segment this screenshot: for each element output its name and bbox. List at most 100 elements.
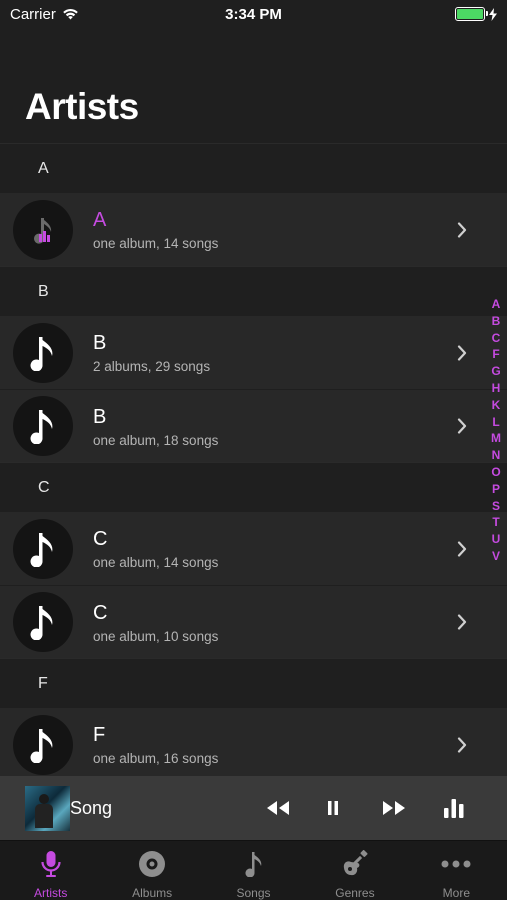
artist-detail: one album, 10 songs — [93, 628, 219, 644]
chevron-right-icon — [457, 418, 467, 434]
artist-detail: one album, 18 songs — [93, 432, 219, 448]
artist-row[interactable]: B 2 albums, 29 songs — [0, 316, 507, 389]
artist-name: C — [93, 528, 108, 550]
pause-button[interactable] — [318, 793, 348, 823]
artist-detail: one album, 16 songs — [93, 751, 219, 766]
row-text: B one album, 18 songs — [93, 405, 507, 448]
chevron-right-icon — [457, 540, 467, 557]
index-letter[interactable]: F — [492, 346, 499, 363]
avatar — [13, 199, 73, 260]
index-letter[interactable]: N — [492, 447, 501, 464]
index-letter[interactable]: G — [491, 363, 500, 380]
index-letter[interactable]: L — [492, 414, 499, 431]
album-disc-icon — [138, 850, 166, 878]
music-note-icon — [30, 606, 53, 640]
tab-bar: Artists Albums Songs Genres More — [0, 840, 507, 900]
chevron-right-icon — [457, 221, 467, 238]
chevron-right-icon — [457, 736, 467, 753]
artist-list[interactable]: A A one album, 14 songs B B 2 albums, 29… — [0, 143, 507, 781]
now-playing-title[interactable]: Song — [70, 798, 263, 819]
music-note-icon — [244, 850, 264, 878]
tab-artists[interactable]: Artists — [0, 841, 101, 900]
section-letter: A — [38, 159, 49, 177]
microphone-icon — [39, 850, 63, 878]
avatar — [13, 518, 73, 579]
wifi-icon — [63, 8, 78, 20]
artist-detail: one album, 14 songs — [93, 236, 219, 251]
music-note-icon — [30, 532, 53, 567]
tab-label: Genres — [335, 886, 375, 900]
artist-name: C — [93, 601, 108, 624]
index-letter[interactable]: O — [491, 464, 500, 481]
chevron-right-icon — [457, 344, 467, 361]
music-note-icon — [30, 728, 53, 763]
music-note-icon — [30, 410, 53, 444]
page-title: Artists — [25, 86, 139, 127]
index-letter[interactable]: K — [492, 397, 501, 414]
rewind-button[interactable] — [263, 793, 293, 823]
row-text: B 2 albums, 29 songs — [93, 331, 507, 374]
section-letter: C — [38, 478, 50, 496]
artist-name: A — [93, 209, 107, 231]
status-left: Carrier — [10, 6, 79, 23]
row-text: F one album, 16 songs — [93, 723, 507, 766]
avatar — [13, 592, 73, 652]
pause-icon — [328, 801, 338, 815]
index-letter[interactable]: H — [492, 380, 501, 397]
row-text: A one album, 14 songs — [93, 208, 507, 251]
index-letter[interactable]: V — [492, 548, 500, 565]
more-dots-icon — [441, 850, 471, 878]
carrier-label: Carrier — [10, 5, 56, 23]
index-letter[interactable]: S — [492, 498, 500, 515]
tab-label: Songs — [236, 886, 271, 900]
fast-forward-button[interactable] — [379, 793, 409, 823]
index-letter[interactable]: T — [492, 514, 499, 531]
tab-label: Albums — [132, 886, 173, 900]
rewind-icon — [267, 801, 289, 815]
tab-albums[interactable]: Albums — [101, 841, 202, 900]
artist-detail: one album, 14 songs — [93, 555, 219, 570]
section-header-f: F — [0, 658, 507, 708]
artist-row[interactable]: F one album, 16 songs — [0, 708, 507, 781]
artist-row[interactable]: C one album, 14 songs — [0, 512, 507, 585]
avatar — [13, 322, 73, 383]
row-text: C one album, 10 songs — [93, 601, 507, 644]
avatar — [13, 714, 73, 775]
equalizer-button[interactable] — [439, 793, 469, 823]
index-letter[interactable]: M — [491, 430, 501, 447]
charging-bolt-icon — [489, 7, 497, 21]
chevron-right-icon — [457, 614, 467, 630]
section-header-a: A — [0, 143, 507, 193]
battery-icon — [455, 7, 488, 21]
section-letter: B — [38, 282, 49, 300]
avatar — [13, 396, 73, 456]
index-letter[interactable]: P — [492, 481, 500, 498]
artist-row[interactable]: A one album, 14 songs — [0, 193, 507, 266]
index-letter[interactable]: C — [492, 330, 501, 347]
artist-name: F — [93, 724, 106, 746]
tab-label: Artists — [34, 886, 68, 900]
tab-genres[interactable]: Genres — [304, 841, 405, 900]
tab-more[interactable]: More — [406, 841, 507, 900]
section-header-c: C — [0, 462, 507, 512]
status-bar: Carrier 3:34 PM — [0, 0, 507, 28]
index-letter[interactable]: A — [492, 296, 501, 313]
tab-label: More — [442, 886, 470, 900]
row-text: C one album, 14 songs — [93, 527, 507, 570]
artist-row[interactable]: B one album, 18 songs — [0, 389, 507, 462]
artist-row[interactable]: C one album, 10 songs — [0, 585, 507, 658]
now-playing-note-icon — [34, 217, 52, 244]
index-letter[interactable]: B — [492, 313, 501, 330]
equalizer-icon — [444, 799, 464, 818]
battery-fill — [457, 9, 483, 19]
tab-songs[interactable]: Songs — [203, 841, 304, 900]
section-letter: F — [38, 674, 48, 692]
section-index[interactable]: A B C F G H K L M N O P S T U V — [489, 296, 503, 565]
index-letter[interactable]: U — [492, 531, 501, 548]
fast-forward-icon — [383, 801, 405, 815]
album-artwork[interactable] — [25, 785, 70, 831]
artist-detail: 2 albums, 29 songs — [93, 359, 211, 374]
status-right — [455, 7, 497, 21]
mini-player[interactable]: Song — [0, 776, 507, 840]
player-controls — [263, 793, 469, 823]
